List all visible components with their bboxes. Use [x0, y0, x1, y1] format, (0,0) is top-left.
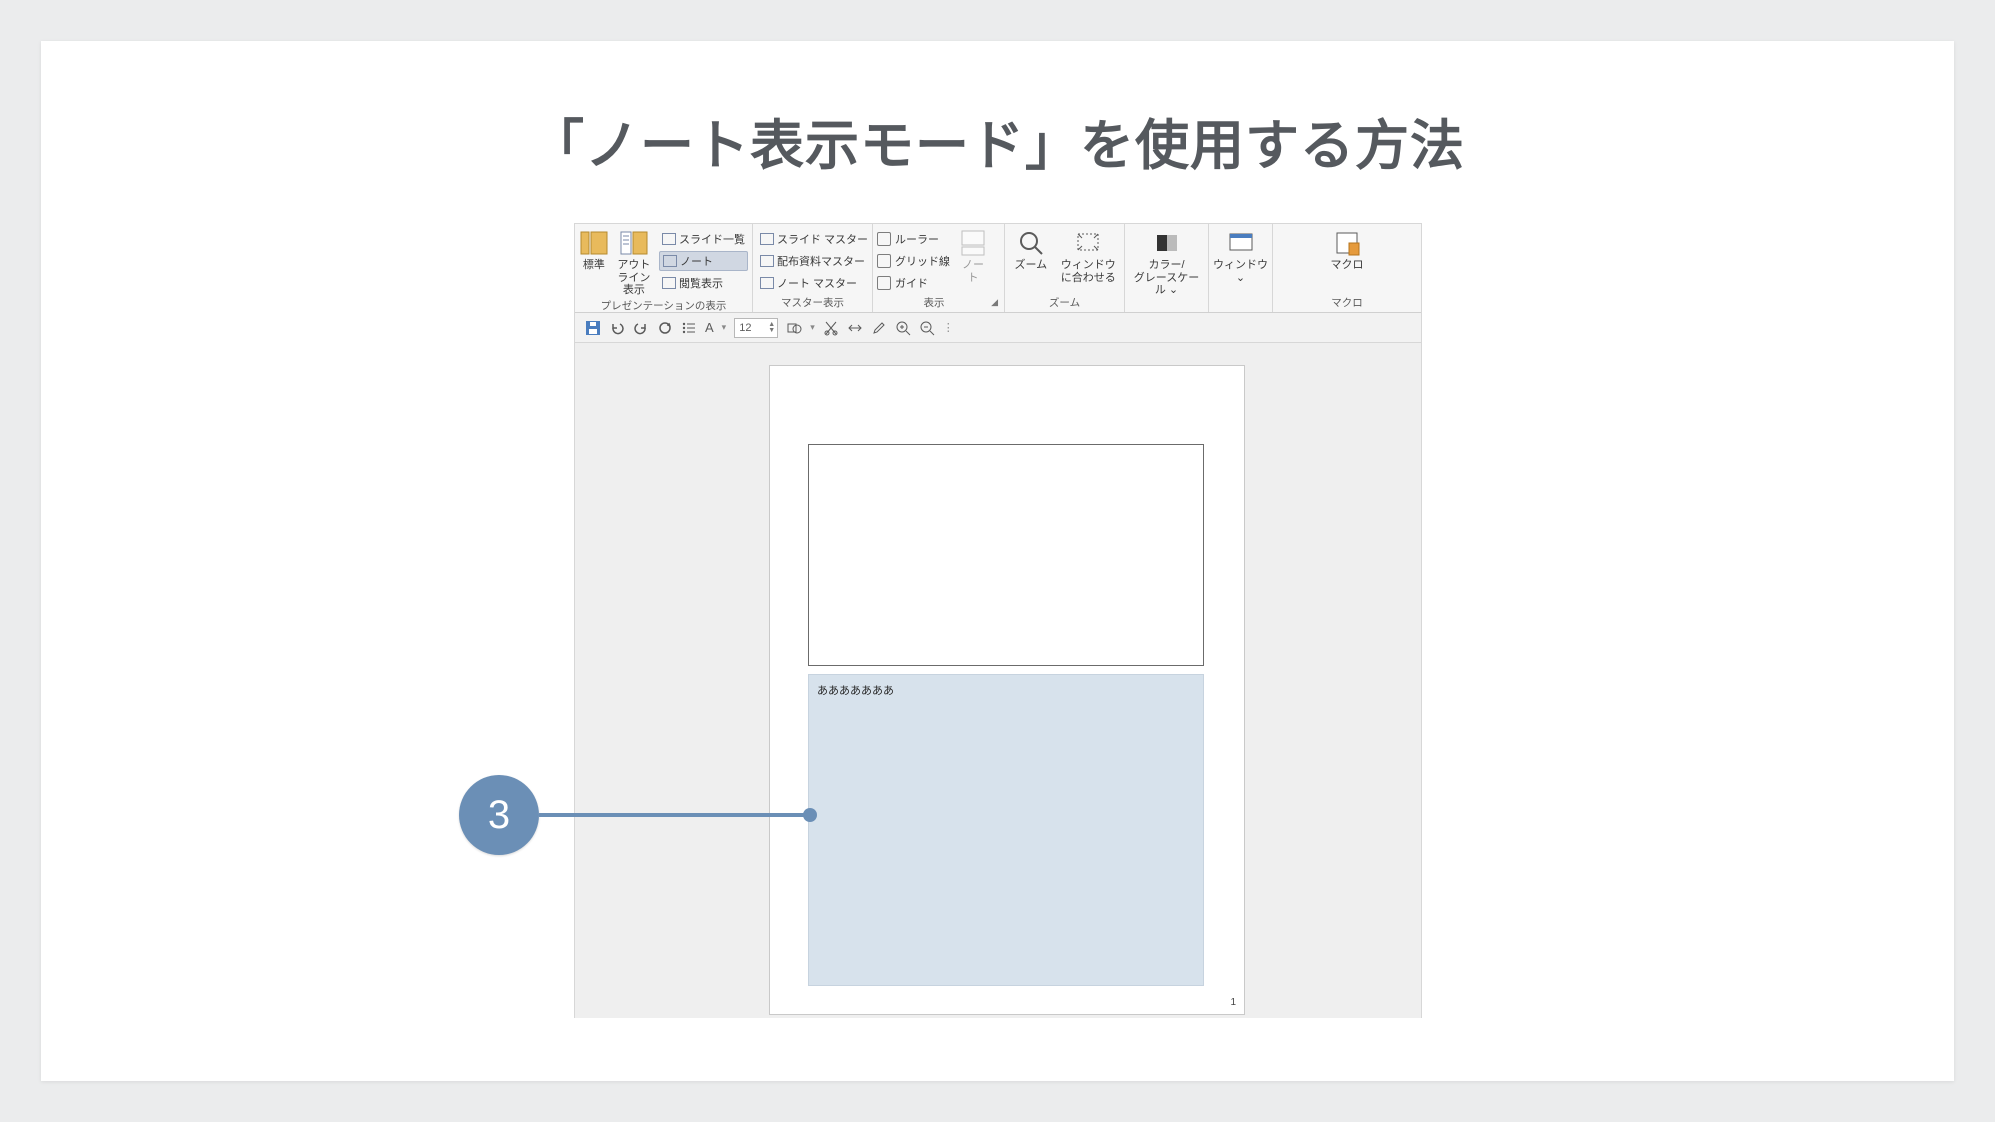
slide-sorter-icon [662, 233, 676, 245]
view-outline-button[interactable]: アウトライン 表示 [613, 227, 655, 297]
step-number: 3 [488, 793, 510, 838]
save-icon[interactable] [585, 320, 601, 336]
handout-master-icon [760, 255, 774, 267]
checkbox-icon [877, 232, 891, 246]
notes-page-sheet[interactable]: あああああああ 1 [769, 365, 1245, 1015]
edit-icon[interactable] [871, 320, 887, 336]
window-dropdown-button[interactable]: ウィンドウ ⌄ [1213, 227, 1268, 284]
notes-pane-button[interactable]: ノー ト [958, 227, 988, 284]
spinner-icon: ▲▼ [768, 322, 775, 334]
notes-pane-icon [959, 229, 987, 257]
ruler-checkbox[interactable]: ルーラー [877, 229, 950, 249]
overflow-icon[interactable]: ⋮ [943, 321, 954, 334]
color-grayscale-button[interactable]: カラー/ グレースケール ⌄ [1132, 227, 1202, 297]
fit-to-window-button[interactable]: ウィンドウ に合わせる [1057, 227, 1120, 284]
notes-master-icon [760, 277, 774, 289]
view-normal-icon [580, 229, 608, 257]
view-slide-sorter-button[interactable]: スライド一覧 [659, 229, 748, 249]
ribbon-group-macro: マクロ マクロ [1273, 224, 1421, 312]
ribbon-group-window: ウィンドウ ⌄ [1209, 224, 1273, 312]
ribbon: 標準 アウトライン 表示 スライド一覧 [575, 224, 1421, 313]
notes-page-icon [663, 255, 677, 267]
cut-icon[interactable] [823, 320, 839, 336]
bullets-icon[interactable] [681, 320, 697, 336]
chevron-down-icon[interactable]: ▾ [722, 322, 727, 333]
checkbox-icon [877, 254, 891, 268]
guides-checkbox[interactable]: ガイド [877, 273, 950, 293]
zoom-out-icon[interactable] [919, 320, 935, 336]
notes-page-canvas: あああああああ 1 [575, 343, 1421, 1018]
chevron-down-icon[interactable]: ▾ [810, 322, 815, 333]
view-outline-icon [620, 229, 648, 257]
slide-thumbnail-placeholder[interactable] [808, 444, 1204, 666]
view-normal-button[interactable]: 標準 [579, 227, 609, 272]
reading-view-icon [662, 277, 676, 289]
slide-master-button[interactable]: スライド マスター [757, 229, 871, 249]
shapes-icon[interactable] [786, 320, 802, 336]
checkbox-icon [877, 276, 891, 290]
quick-access-toolbar: A ▾ 12 ▲▼ ▾ ⋮ [575, 313, 1421, 343]
notes-master-button[interactable]: ノート マスター [757, 273, 871, 293]
ribbon-group-zoom: ズーム ウィンドウ に合わせる ズーム [1005, 224, 1125, 312]
gridlines-checkbox[interactable]: グリッド線 [877, 251, 950, 271]
notes-text: あああああああ [817, 685, 894, 697]
undo-icon[interactable] [609, 320, 625, 336]
font-size-input[interactable]: 12 ▲▼ [734, 318, 778, 338]
dialog-launcher-icon[interactable]: ◢ [991, 297, 1000, 308]
view-reading-button[interactable]: 閲覧表示 [659, 273, 748, 293]
ribbon-group-show: ルーラー グリッド線 ガイド [873, 224, 1005, 312]
macro-button[interactable]: マクロ [1325, 227, 1369, 272]
macro-icon [1333, 229, 1361, 257]
ribbon-group-presentation-views: 標準 アウトライン 表示 スライド一覧 [575, 224, 753, 312]
page-number: 1 [1230, 997, 1236, 1008]
ribbon-group-color: カラー/ グレースケール ⌄ [1125, 224, 1209, 312]
ribbon-group-master-views: スライド マスター 配布資料マスター ノート マスター マスター表示 [753, 224, 873, 312]
color-swatch-icon [1153, 229, 1181, 257]
slide-master-icon [760, 233, 774, 245]
notes-text-placeholder[interactable]: あああああああ [808, 674, 1204, 986]
repeat-icon[interactable] [657, 320, 673, 336]
align-icon[interactable] [847, 320, 863, 336]
zoom-in-icon[interactable] [895, 320, 911, 336]
font-label: A [705, 320, 714, 335]
tutorial-slide: 「ノート表示モード」を使用する方法 標準 [41, 41, 1954, 1081]
step-badge: 3 [459, 775, 539, 855]
handout-master-button[interactable]: 配布資料マスター [757, 251, 871, 271]
fit-window-icon [1074, 229, 1102, 257]
annotation-line [539, 813, 805, 817]
view-notes-page-button[interactable]: ノート [659, 251, 748, 271]
window-icon [1227, 229, 1255, 257]
powerpoint-window: 標準 アウトライン 表示 スライド一覧 [574, 223, 1422, 1018]
zoom-icon [1017, 229, 1045, 257]
annotation-endpoint-dot [803, 808, 817, 822]
slide-title: 「ノート表示モード」を使用する方法 [41, 101, 1954, 180]
zoom-button[interactable]: ズーム [1009, 227, 1053, 272]
redo-icon[interactable] [633, 320, 649, 336]
